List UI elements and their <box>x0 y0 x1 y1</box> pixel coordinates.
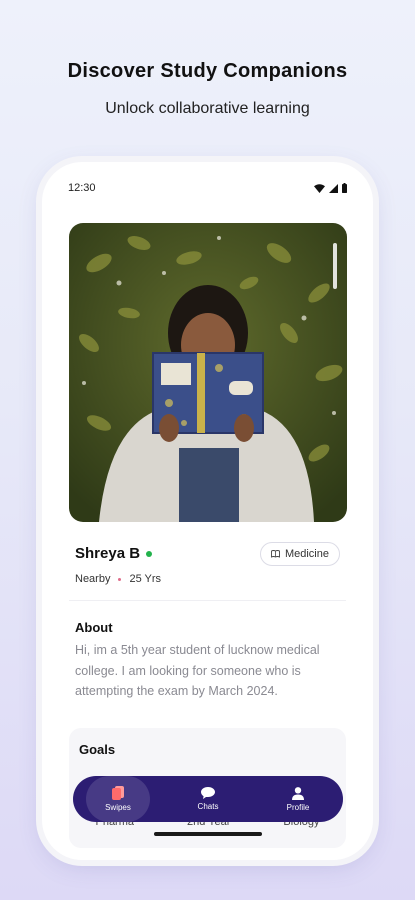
online-status-dot <box>146 550 153 557</box>
phone-side-button <box>36 290 40 338</box>
nav-item-swipes[interactable]: Swipes <box>73 776 163 822</box>
battery-icon <box>342 183 347 193</box>
nav-label: Profile <box>286 802 310 812</box>
chat-bubble-icon <box>201 787 215 799</box>
status-time: 12:30 <box>68 182 96 194</box>
profile-photo[interactable] <box>69 223 347 522</box>
phone-screen: 12:30 Shreya B Medicine Nearby 25 Yrs Ab… <box>42 162 373 860</box>
nav-item-chats[interactable]: Chats <box>163 776 253 822</box>
subject-tag[interactable]: Medicine <box>259 542 340 566</box>
book-icon <box>271 550 280 558</box>
promo-headline: Discover Study Companions <box>67 60 348 82</box>
wifi-icon <box>314 183 325 193</box>
person-icon <box>292 786 304 800</box>
status-bar: 12:30 <box>68 182 347 196</box>
nav-label: Swipes <box>105 803 131 812</box>
promo-subline: Unlock collaborative learning <box>105 100 310 117</box>
profile-meta: Nearby 25 Yrs <box>75 573 161 585</box>
bottom-nav: Swipes Chats Profile <box>73 776 343 822</box>
status-icons <box>314 183 347 193</box>
age-label: 25 Yrs <box>129 573 162 585</box>
signal-icon <box>329 183 338 193</box>
about-text: Hi, im a 5th year student of lucknow med… <box>75 643 320 698</box>
profile-name: Shreya B <box>75 545 141 562</box>
distance-label: Nearby <box>75 573 111 585</box>
home-indicator[interactable] <box>154 832 262 836</box>
phone-side-button <box>36 248 40 278</box>
photo-scroll-indicator <box>333 243 337 289</box>
meta-separator <box>118 577 122 581</box>
profile-photo-illustration <box>69 223 347 522</box>
divider <box>69 600 346 601</box>
goals-title: Goals <box>79 742 116 757</box>
nav-item-profile[interactable]: Profile <box>253 776 343 822</box>
nav-label: Chats <box>197 802 219 811</box>
about-title: About <box>75 620 113 635</box>
profile-name-row: Shreya B <box>75 545 153 562</box>
cards-icon <box>112 786 124 800</box>
subject-tag-label: Medicine <box>284 548 329 560</box>
